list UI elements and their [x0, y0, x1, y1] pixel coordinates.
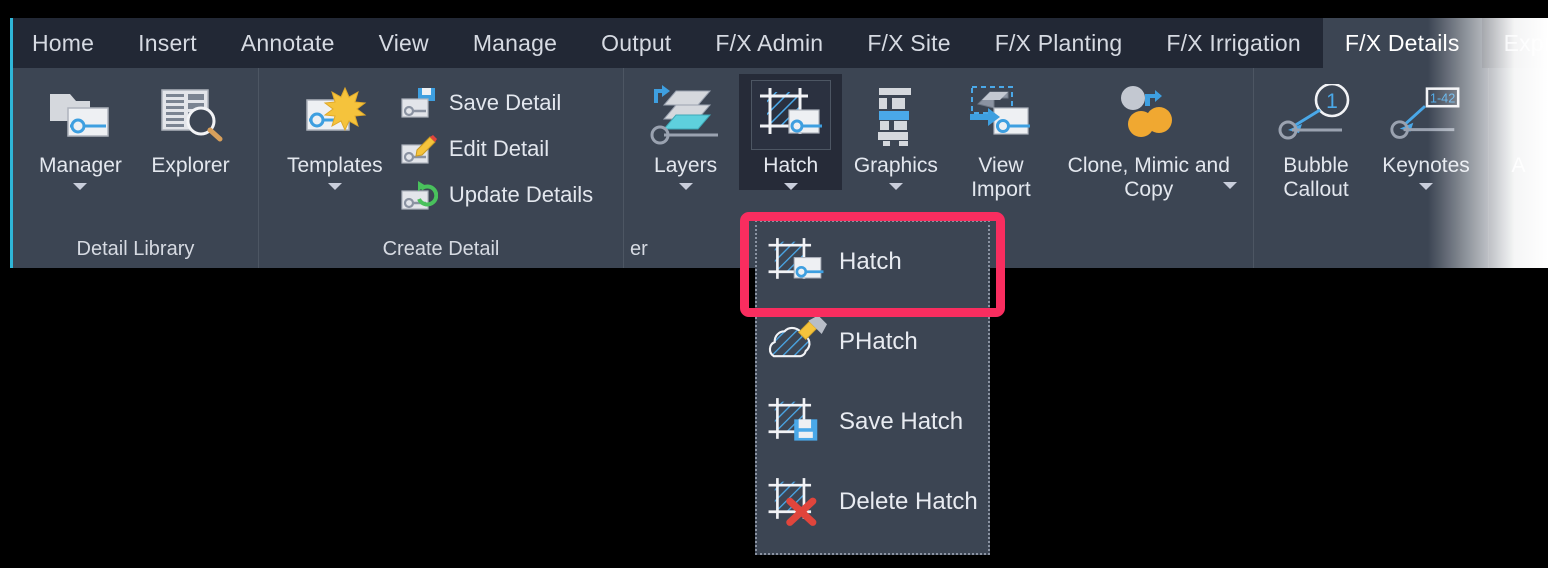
bubble-number: 1: [1326, 90, 1338, 113]
tab-annotate[interactable]: Annotate: [219, 18, 357, 68]
screenshot-root: Home Insert Annotate View Manage Output …: [0, 0, 1548, 568]
detail-star-icon: [295, 80, 375, 150]
layers-button[interactable]: Layers: [634, 74, 737, 190]
bubble-callout-icon: 1: [1276, 80, 1356, 150]
templates-button[interactable]: Templates: [283, 74, 387, 190]
ribbon-tab-bar: Home Insert Annotate View Manage Output …: [10, 18, 1548, 68]
hatch-icon: [750, 80, 831, 150]
menu-item-phatch[interactable]: PHatch: [757, 302, 988, 382]
tab-home[interactable]: Home: [10, 18, 116, 68]
tab-label: Insert: [138, 29, 197, 56]
panel-content: Templates Save Detail Edit Detail Update…: [259, 68, 623, 230]
right-edge-fade: [1428, 18, 1548, 268]
tab-fx-admin[interactable]: F/X Admin: [693, 18, 845, 68]
tab-insert[interactable]: Insert: [116, 18, 219, 68]
folder-detail-icon: [40, 80, 120, 150]
clone-mimic-copy-label: Clone, Mimic and Copy: [1067, 154, 1230, 201]
save-hatch-icon: [765, 391, 827, 453]
tab-manage[interactable]: Manage: [451, 18, 579, 68]
hatch-icon: [765, 231, 827, 293]
chevron-down-icon[interactable]: [1223, 182, 1237, 189]
manager-button[interactable]: Manager: [28, 74, 132, 190]
list-search-icon: [150, 80, 230, 150]
tab-label: F/X Site: [867, 29, 951, 56]
tab-label: F/X Planting: [994, 29, 1123, 56]
panel-create-detail: Templates Save Detail Edit Detail Update…: [257, 68, 623, 268]
view-import-label: View Import: [971, 154, 1031, 201]
phatch-cloud-brush-icon: [765, 311, 827, 373]
view-import-button[interactable]: View Import: [949, 74, 1052, 201]
tab-label: F/X Irrigation: [1166, 29, 1301, 56]
tab-fx-site[interactable]: F/X Site: [845, 18, 972, 68]
clone-mimic-icon: [1109, 80, 1189, 150]
panel-label-create-detail: Create Detail: [382, 237, 500, 260]
save-detail-label: Save Detail: [448, 90, 562, 115]
chevron-down-icon[interactable]: [783, 182, 798, 190]
hatch-dropdown-menu: Hatch PHatch Save Hatch Delete Hatch: [755, 220, 990, 555]
tab-label: Home: [32, 29, 95, 56]
panel-label-detail-library: Detail Library: [76, 237, 195, 260]
menu-item-label: PHatch: [839, 328, 918, 355]
tab-fx-irrigation[interactable]: F/X Irrigation: [1144, 18, 1322, 68]
left-edge-accent: [10, 18, 13, 268]
delete-hatch-icon: [765, 471, 827, 533]
panel-detail-library: Manager Explorer Detail Library: [13, 68, 258, 268]
bubble-callout-button[interactable]: 1 Bubble Callout: [1264, 74, 1368, 201]
chevron-down-icon[interactable]: [678, 182, 693, 190]
save-detail-button[interactable]: Save Detail: [393, 82, 599, 124]
chevron-down-icon[interactable]: [888, 182, 903, 190]
tab-fx-planting[interactable]: F/X Planting: [973, 18, 1145, 68]
chevron-down-icon[interactable]: [327, 182, 342, 190]
tab-label: Annotate: [240, 29, 335, 56]
update-details-button[interactable]: Update Details: [393, 174, 599, 216]
graphics-button[interactable]: Graphics: [844, 74, 947, 190]
layers-label: Layers: [654, 154, 718, 177]
menu-item-label: Hatch: [839, 248, 902, 275]
hatch-button[interactable]: Hatch: [739, 74, 843, 190]
bubble-callout-label: Bubble Callout: [1283, 154, 1349, 201]
graphics-label: Graphics: [853, 154, 938, 177]
edit-detail-label: Edit Detail: [448, 136, 550, 161]
manager-label: Manager: [39, 154, 122, 177]
explorer-button[interactable]: Explorer: [138, 74, 242, 178]
chevron-down-icon[interactable]: [73, 182, 88, 190]
hatch-label: Hatch: [763, 154, 819, 177]
menu-item-label: Delete Hatch: [839, 488, 978, 515]
explorer-label: Explorer: [151, 154, 230, 177]
tab-label: View: [378, 29, 429, 56]
update-details-label: Update Details: [448, 182, 594, 207]
templates-label: Templates: [286, 154, 383, 177]
panel-content: Manager Explorer: [13, 68, 258, 230]
view-import-icon: [961, 80, 1041, 150]
menu-item-hatch[interactable]: Hatch: [757, 222, 988, 302]
edit-detail-icon: [399, 130, 439, 168]
save-detail-icon: [399, 84, 439, 122]
tab-label: Manage: [472, 29, 558, 56]
tab-label: F/X Admin: [715, 29, 824, 56]
graphics-icon: [856, 80, 936, 150]
menu-item-delete-hatch[interactable]: Delete Hatch: [757, 462, 988, 542]
tab-view[interactable]: View: [357, 18, 451, 68]
menu-item-label: Save Hatch: [839, 408, 964, 435]
panel-content: Layers Hatch Graphics View Import Clone,…: [624, 68, 1253, 230]
layers-icon: [646, 80, 726, 150]
update-details-icon: [399, 176, 439, 214]
tab-output[interactable]: Output: [579, 18, 693, 68]
menu-item-save-hatch[interactable]: Save Hatch: [757, 382, 988, 462]
edit-detail-button[interactable]: Edit Detail: [393, 128, 599, 170]
create-detail-commands: Save Detail Edit Detail Update Details: [393, 74, 599, 216]
tab-label: Output: [601, 29, 672, 56]
clone-mimic-copy-button[interactable]: Clone, Mimic and Copy: [1055, 74, 1243, 201]
